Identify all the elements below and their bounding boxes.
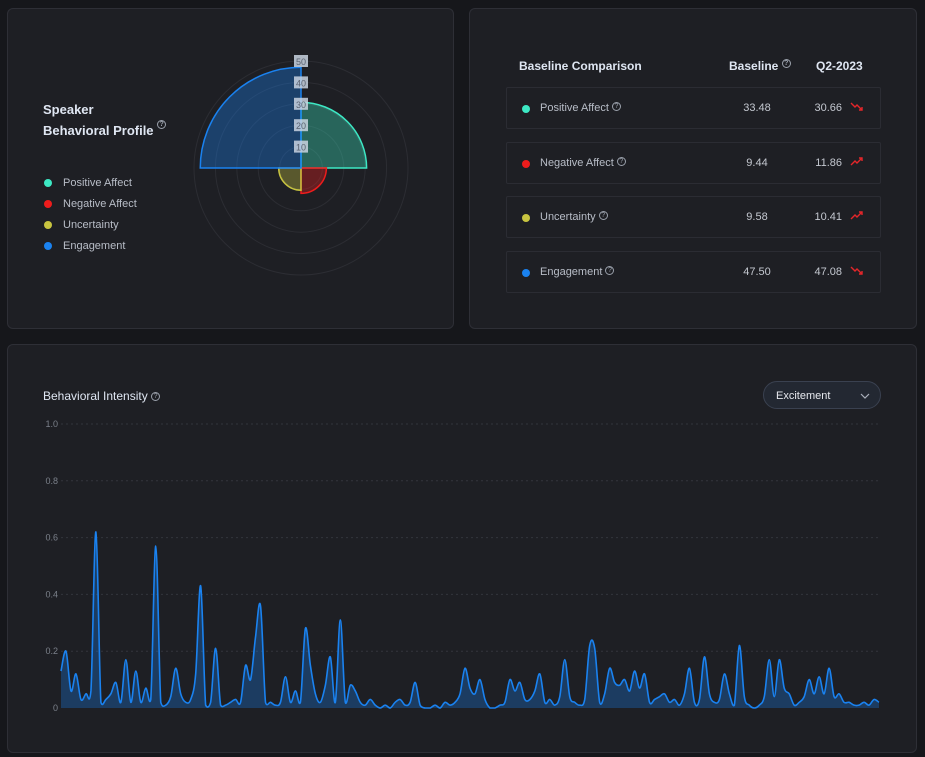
intensity-chart: 0 0.2 0.4 0.6 0.8 1.0 [45,419,880,713]
trend-up-icon [850,156,863,165]
period-value: 11.86 [815,156,842,169]
radial-tick-label: 30 [296,100,306,110]
baseline-value: 9.58 [746,211,768,223]
baseline-value: 47.50 [743,265,771,278]
baseline-column-header: Baseline ? [729,59,791,73]
positive-affect-sector[interactable] [300,101,368,169]
y-tick-label: 0 [53,703,58,713]
trend-up-icon [850,211,863,220]
baseline-value: 9.44 [746,156,768,169]
dot-icon [522,214,530,222]
y-tick-label: 0.4 [45,589,58,599]
radial-tick-label: 50 [296,57,306,67]
comparison-row: Uncertainty ? 9.58 10.41 [506,196,881,238]
metric-label: Engagement ? [540,265,615,278]
period-value: 10.41 [814,211,842,223]
y-tick-label: 1.0 [45,419,58,429]
comparison-row: Positive Affect ? 33.48 30.66 [506,87,881,129]
behavioral-intensity-panel: Behavioral Intensity ? Excitement 0 0.2 0.… [7,344,917,753]
baseline-value: 33.48 [743,102,771,114]
engagement-sector[interactable] [199,66,302,169]
help-icon[interactable]: ? [781,59,791,68]
intensity-line [60,531,880,709]
metric-label: Uncertainty ? [540,211,608,223]
dot-icon [522,268,530,277]
help-icon[interactable]: ? [598,211,608,220]
y-tick-label: 0.2 [45,646,58,656]
period-value: 47.08 [814,265,842,278]
dot-icon [522,159,530,168]
help-icon[interactable]: ? [611,102,621,111]
negative-affect-sector[interactable] [300,167,328,195]
polar-area-chart: 10 20 30 40 50 [193,55,409,276]
metric-label: Positive Affect ? [540,102,621,114]
dot-icon [522,105,530,113]
period-value: 30.66 [814,102,842,114]
y-tick-label: 0.6 [45,533,58,543]
comparison-title: Baseline Comparison [519,59,642,73]
trend-down-icon [850,102,863,111]
intensity-area [61,531,879,708]
radial-tick-label: 40 [296,78,306,88]
help-icon[interactable]: ? [605,265,615,275]
comparison-row: Negative Affect ? 9.44 11.86 [506,141,881,184]
period-column-header: Q2-2023 [816,59,863,73]
radial-tick-label: 20 [296,121,306,131]
radial-tick-label: 10 [296,143,306,153]
help-icon[interactable]: ? [616,156,626,166]
trend-down-icon [850,266,863,275]
uncertainty-sector[interactable] [277,167,302,192]
behavioral-profile-panel: Speaker Behavioral Profile ? Positive Af… [7,8,454,329]
baseline-comparison-panel: Baseline Comparison Baseline ? Q2-2023 P… [469,8,917,329]
y-tick-label: 0.8 [45,476,58,486]
comparison-row: Engagement ? 47.50 47.08 [506,250,881,293]
metric-label: Negative Affect ? [540,156,626,169]
